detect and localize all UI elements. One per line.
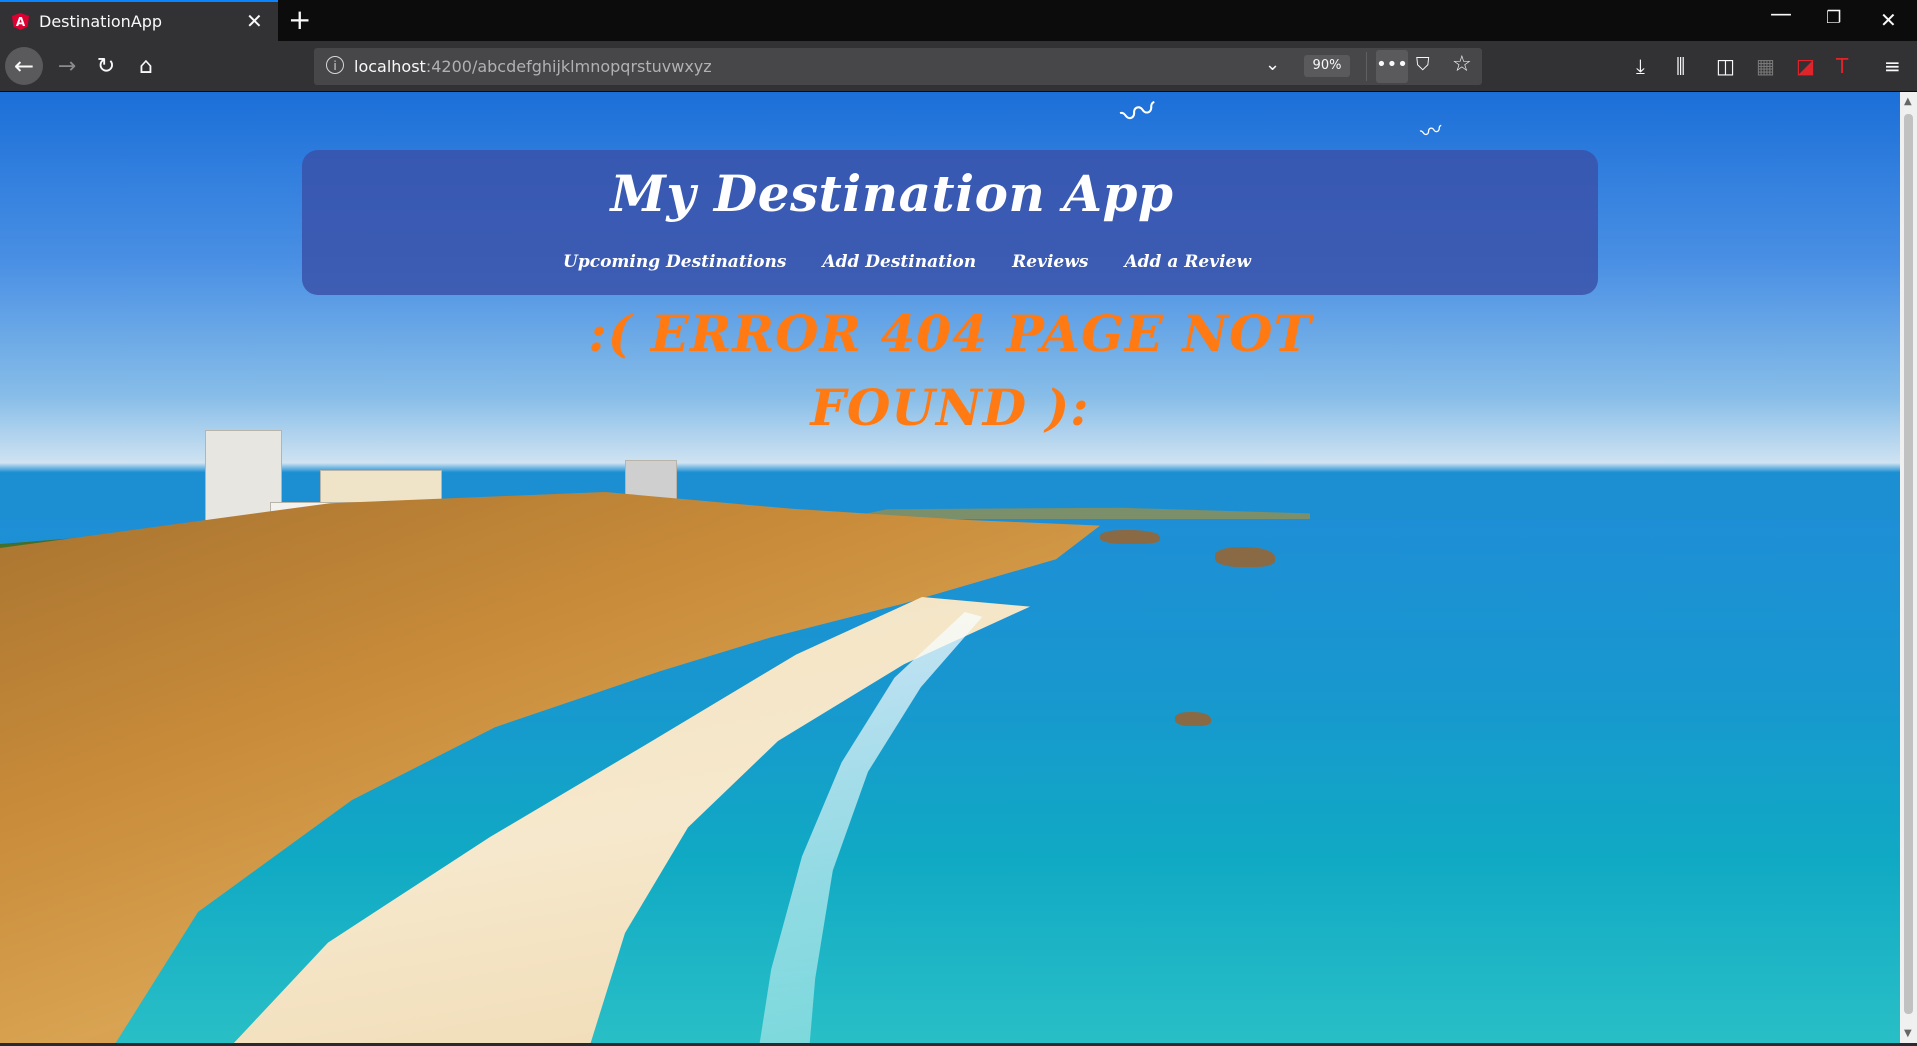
tab-title: DestinationApp bbox=[39, 12, 163, 31]
pocket-icon[interactable]: ⛉ bbox=[1416, 54, 1430, 75]
tab-strip: A DestinationApp ✕ + — ❐ ✕ bbox=[0, 0, 1917, 41]
url-host: localhost bbox=[354, 57, 426, 76]
menu-icon[interactable]: ≡ bbox=[1884, 54, 1901, 78]
scroll-up-icon[interactable]: ▲ bbox=[1904, 96, 1912, 107]
chevron-down-icon[interactable]: ⌄ bbox=[1265, 54, 1280, 75]
sea-rock bbox=[1215, 547, 1275, 567]
extension-red-icon[interactable]: ◪ bbox=[1796, 54, 1815, 78]
nav-link-upcoming-destinations[interactable]: Upcoming Destinations bbox=[563, 252, 786, 272]
seagull-image: 〰 bbox=[1115, 92, 1163, 139]
close-tab-icon[interactable]: ✕ bbox=[246, 9, 263, 33]
app-title: My Destination App bbox=[610, 164, 1174, 223]
seagull-image: 〰 bbox=[1417, 117, 1446, 148]
app-nav: Upcoming Destinations Add Destination Re… bbox=[563, 252, 1251, 272]
nav-link-add-review[interactable]: Add a Review bbox=[1124, 252, 1251, 272]
reload-icon[interactable]: ↻ bbox=[91, 51, 121, 81]
page-actions-icon[interactable]: ••• bbox=[1376, 50, 1408, 83]
page-viewport: 〰 〰 My Destination App Upcoming Destinat… bbox=[0, 92, 1900, 1043]
sidebar-icon[interactable]: ◫ bbox=[1716, 54, 1735, 78]
site-info-icon[interactable]: i bbox=[326, 56, 344, 74]
scrollbar-thumb[interactable] bbox=[1904, 114, 1913, 1014]
url-bar[interactable]: i localhost:4200/abcdefghijklmnopqrstuvw… bbox=[314, 48, 1482, 85]
zoom-level[interactable]: 90% bbox=[1304, 55, 1350, 77]
vertical-scrollbar[interactable]: ▲ ▼ bbox=[1900, 92, 1917, 1043]
library-icon[interactable]: ⫼ bbox=[1676, 54, 1685, 78]
extension-icon[interactable]: ▦ bbox=[1756, 54, 1775, 78]
error-line-2: FOUND ): bbox=[810, 378, 1090, 437]
divider bbox=[1366, 52, 1367, 81]
home-icon[interactable]: ⌂ bbox=[131, 51, 161, 81]
restore-icon[interactable]: ❐ bbox=[1826, 8, 1841, 28]
new-tab-icon[interactable]: + bbox=[288, 4, 311, 36]
close-window-icon[interactable]: ✕ bbox=[1880, 8, 1897, 32]
error-message: :( ERROR 404 PAGE NOT FOUND ): bbox=[560, 297, 1340, 445]
bookmark-star-icon[interactable]: ☆ bbox=[1452, 52, 1472, 77]
nav-bar: ← → ↻ ⌂ i localhost:4200/abcdefghijklmno… bbox=[0, 41, 1917, 92]
nav-link-reviews[interactable]: Reviews bbox=[1012, 252, 1088, 272]
angular-favicon-icon: A bbox=[12, 13, 29, 30]
url-path: :4200/abcdefghijklmnopqrstuvwxyz bbox=[425, 57, 712, 76]
sea-rock bbox=[1100, 530, 1160, 544]
forward-arrow-icon[interactable]: → bbox=[52, 51, 82, 81]
downloads-icon[interactable]: ⤓ bbox=[1636, 54, 1645, 78]
minimize-icon[interactable]: — bbox=[1770, 2, 1792, 27]
error-line-1: :( ERROR 404 PAGE NOT bbox=[588, 304, 1312, 363]
browser-tab[interactable]: A DestinationApp ✕ bbox=[0, 0, 278, 41]
extension-t-icon[interactable]: T bbox=[1836, 54, 1848, 78]
back-arrow-icon[interactable]: ← bbox=[5, 47, 43, 85]
scroll-down-icon[interactable]: ▼ bbox=[1904, 1028, 1912, 1039]
nav-link-add-destination[interactable]: Add Destination bbox=[822, 252, 976, 272]
app-header: My Destination App Upcoming Destinations… bbox=[302, 150, 1598, 295]
url-text[interactable]: localhost:4200/abcdefghijklmnopqrstuvwxy… bbox=[354, 57, 712, 76]
sea-rock bbox=[1175, 712, 1211, 726]
